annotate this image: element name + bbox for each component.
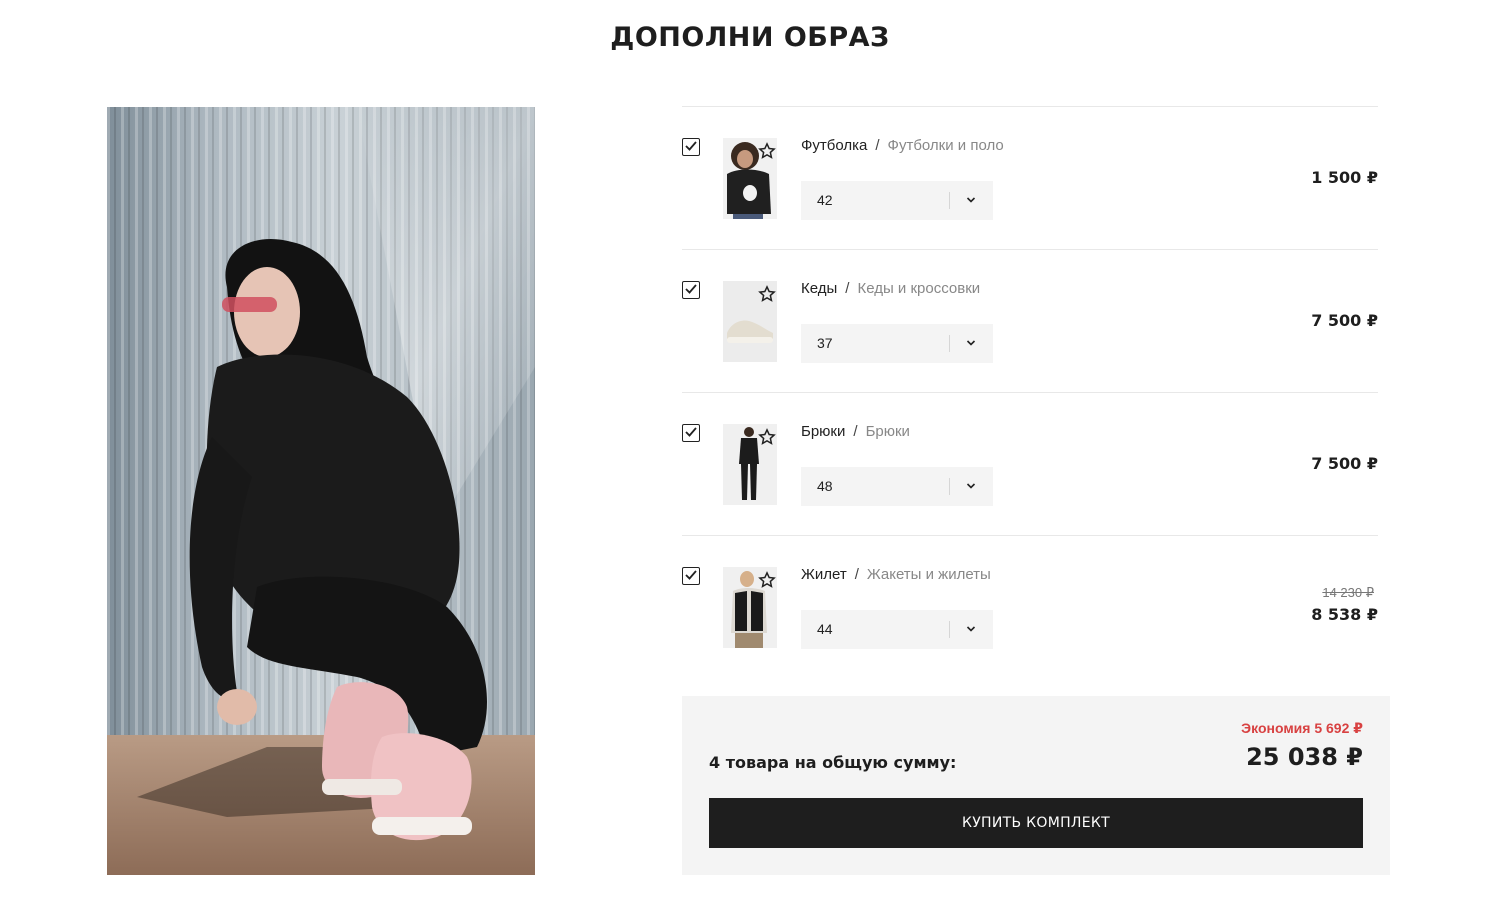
- size-select-pants[interactable]: 48: [801, 467, 993, 506]
- product-checkbox-pants[interactable]: [682, 424, 700, 442]
- product-checkbox-vest[interactable]: [682, 567, 700, 585]
- title-separator: /: [853, 423, 858, 440]
- product-checkbox-tshirt[interactable]: [682, 138, 700, 156]
- product-checkbox-sneakers[interactable]: [682, 281, 700, 299]
- chevron-down-icon: [966, 483, 976, 489]
- select-divider: [949, 621, 950, 638]
- product-category[interactable]: Жакеты и жилеты: [867, 566, 991, 583]
- product-category[interactable]: Футболки и поло: [888, 137, 1004, 154]
- select-divider: [949, 335, 950, 352]
- chevron-down-icon: [966, 340, 976, 346]
- total-label: 4 товара на общую сумму:: [709, 753, 957, 772]
- product-row-pants: Брюки / Брюки 48 7 500 ₽: [682, 392, 1378, 535]
- select-divider: [949, 478, 950, 495]
- product-title-tshirt: Футболка / Футболки и поло: [801, 137, 1004, 154]
- product-list: Футболка / Футболки и поло 42 1 500 ₽ Кеды…: [682, 106, 1378, 678]
- select-divider: [949, 192, 950, 209]
- product-thumb-pants[interactable]: [723, 424, 777, 505]
- favorite-star-icon[interactable]: [758, 285, 776, 303]
- product-thumb-sneakers[interactable]: [723, 281, 777, 362]
- size-select-vest[interactable]: 44: [801, 610, 993, 649]
- product-category[interactable]: Брюки: [866, 423, 910, 440]
- buy-bundle-button[interactable]: КУПИТЬ КОМПЛЕКТ: [709, 798, 1363, 848]
- page-title: ДОПОЛНИ ОБРАЗ: [610, 22, 890, 53]
- title-separator: /: [845, 280, 850, 297]
- product-row-sneakers: Кеды / Кеды и кроссовки 37 7 500 ₽: [682, 249, 1378, 392]
- product-thumb-tshirt[interactable]: [723, 138, 777, 219]
- check-icon: [685, 284, 697, 294]
- total-value: 25 038 ₽: [1246, 743, 1363, 771]
- size-value: 42: [817, 192, 833, 208]
- product-price: 7 500 ₽: [1311, 311, 1378, 330]
- product-title-vest: Жилет / Жакеты и жилеты: [801, 566, 991, 583]
- product-row-tshirt: Футболка / Футболки и поло 42 1 500 ₽: [682, 106, 1378, 249]
- size-select-tshirt[interactable]: 42: [801, 181, 993, 220]
- size-value: 44: [817, 621, 833, 637]
- product-title-sneakers: Кеды / Кеды и кроссовки: [801, 280, 980, 297]
- chevron-down-icon: [966, 626, 976, 632]
- hero-outfit-photo: [107, 107, 535, 875]
- check-icon: [685, 570, 697, 580]
- product-row-vest: Жилет / Жакеты и жилеты 44 14 230 ₽ 8 538 …: [682, 535, 1378, 678]
- product-name[interactable]: Кеды: [801, 280, 837, 297]
- favorite-star-icon[interactable]: [758, 142, 776, 160]
- size-value: 48: [817, 478, 833, 494]
- product-price: 7 500 ₽: [1311, 454, 1378, 473]
- bundle-summary-panel: Экономия 5 692 ₽ 4 товара на общую сумму…: [682, 696, 1390, 875]
- size-value: 37: [817, 335, 833, 351]
- favorite-star-icon[interactable]: [758, 428, 776, 446]
- product-thumb-vest[interactable]: [723, 567, 777, 648]
- title-separator: /: [854, 566, 859, 583]
- product-title-pants: Брюки / Брюки: [801, 423, 910, 440]
- product-category[interactable]: Кеды и кроссовки: [857, 280, 980, 297]
- title-separator: /: [875, 137, 880, 154]
- product-name[interactable]: Брюки: [801, 423, 845, 440]
- product-price-discounted: 8 538 ₽: [1311, 605, 1378, 624]
- product-name[interactable]: Жилет: [801, 566, 847, 583]
- chevron-down-icon: [966, 197, 976, 203]
- check-icon: [685, 141, 697, 151]
- product-price: 1 500 ₽: [1311, 168, 1378, 187]
- check-icon: [685, 427, 697, 437]
- outfit-photo-illustration: [107, 107, 535, 875]
- savings-label: Экономия 5 692 ₽: [1241, 720, 1363, 736]
- product-price-old: 14 230 ₽: [1322, 585, 1374, 600]
- product-name[interactable]: Футболка: [801, 137, 867, 154]
- favorite-star-icon[interactable]: [758, 571, 776, 589]
- size-select-sneakers[interactable]: 37: [801, 324, 993, 363]
